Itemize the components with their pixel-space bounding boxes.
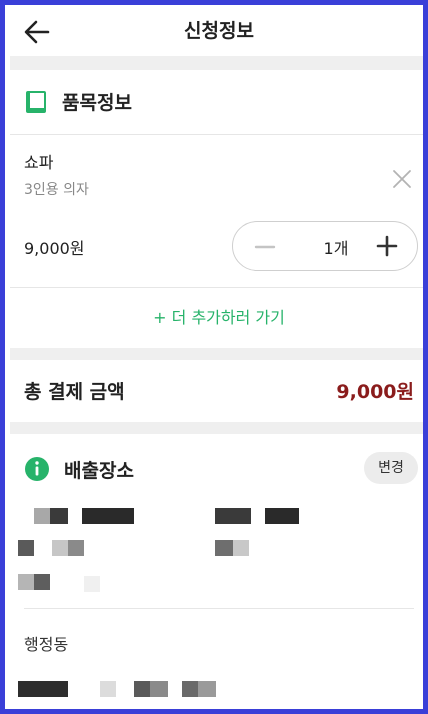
add-more-link[interactable]: + 더 추가하러 가기 — [10, 288, 423, 348]
redaction-block — [84, 576, 100, 592]
section-divider — [10, 348, 423, 360]
page-title: 신청정보 — [184, 20, 254, 42]
change-button[interactable]: 변경 — [364, 452, 418, 484]
redaction-block — [182, 681, 198, 697]
redaction-block — [233, 540, 249, 556]
redaction-block — [100, 681, 116, 697]
section-divider — [10, 56, 423, 70]
item-row: 쇼파 3인용 의자 9,000원 1개 — [10, 135, 423, 287]
plus-icon[interactable] — [375, 234, 399, 258]
close-icon[interactable] — [392, 169, 412, 189]
total-payment-row: 총 결제 금액 9,000원 — [10, 360, 423, 422]
section-divider — [10, 422, 423, 434]
document-icon — [26, 91, 46, 113]
redaction-block — [150, 681, 168, 697]
item-name: 쇼파 — [24, 153, 54, 172]
redaction-block — [134, 681, 150, 697]
redaction-block — [18, 681, 68, 697]
region-label: 행정동 — [24, 635, 69, 654]
section-title: 품목정보 — [62, 92, 132, 114]
redaction-block — [34, 574, 50, 590]
redaction-block — [82, 508, 134, 524]
redaction-block — [215, 508, 251, 524]
redaction-block — [265, 508, 299, 524]
destination-title: 배출장소 — [64, 460, 134, 482]
redaction-block — [18, 574, 34, 590]
screen-frame: 신청정보 품목정보 쇼파 3인용 의자 9,000원 1개 + 더 추가하러 가… — [0, 0, 428, 714]
top-bar: 신청정보 — [10, 10, 423, 56]
item-section-header: 품목정보 — [10, 70, 423, 134]
redaction-block — [52, 540, 68, 556]
app-screen: 신청정보 품목정보 쇼파 3인용 의자 9,000원 1개 + 더 추가하러 가… — [10, 10, 423, 709]
region-row: 행정동 — [10, 609, 423, 667]
redacted-address — [10, 500, 423, 608]
redaction-block — [18, 540, 34, 556]
destination-header: 배출장소 변경 — [10, 434, 423, 500]
quantity-stepper: 1개 — [232, 221, 418, 271]
minus-icon[interactable] — [253, 236, 277, 258]
redaction-block — [198, 681, 216, 697]
redacted-region — [10, 667, 423, 707]
total-label: 총 결제 금액 — [24, 381, 125, 403]
redaction-block — [50, 508, 68, 524]
total-amount: 9,000원 — [336, 381, 414, 403]
quantity-value: 1개 — [323, 239, 349, 258]
info-icon — [25, 457, 49, 481]
redaction-block — [215, 540, 233, 556]
item-price: 9,000원 — [24, 239, 85, 258]
redaction-block — [68, 540, 84, 556]
redaction-block — [34, 508, 50, 524]
item-description: 3인용 의자 — [24, 182, 89, 198]
